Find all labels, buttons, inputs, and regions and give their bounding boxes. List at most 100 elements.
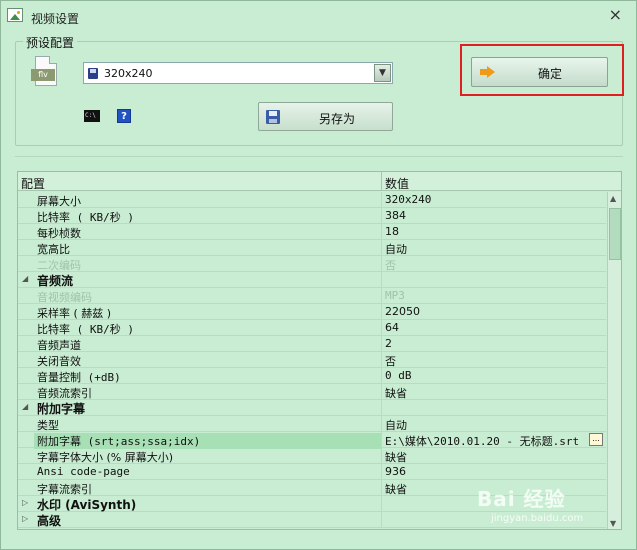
property-name: 宽高比 [37, 243, 70, 256]
expand-toggle-icon[interactable]: ▷ [22, 514, 28, 523]
property-value: MP3 [385, 289, 405, 302]
property-name: 类型 [37, 419, 59, 432]
expand-toggle-icon[interactable]: ◢ [22, 402, 28, 411]
column-separator [381, 496, 382, 512]
category-row[interactable]: ◢ 音频流 [18, 272, 606, 288]
column-separator [381, 304, 382, 320]
column-separator [381, 224, 382, 240]
browse-button[interactable]: ... [589, 433, 603, 446]
property-value[interactable]: 22050 [385, 305, 420, 318]
column-separator [381, 448, 382, 464]
column-separator [381, 192, 382, 208]
property-name: 音视频编码 [37, 291, 92, 304]
property-name: 附加字幕 [37, 402, 86, 416]
column-separator [381, 336, 382, 352]
property-name: 比特率 ( KB/秒 ) [37, 211, 134, 224]
column-separator [381, 432, 382, 448]
save-as-button[interactable]: 另存为 [258, 102, 393, 131]
property-value: 否 [385, 259, 396, 272]
preset-selected-value: 320x240 [104, 67, 153, 80]
category-row[interactable]: ◢ 附加字幕 [18, 400, 606, 416]
property-name: 音量控制 (+dB) [37, 371, 121, 384]
window-title: 视频设置 [31, 12, 80, 26]
property-value[interactable]: 384 [385, 209, 406, 222]
property-name: 每秒桢数 [37, 227, 81, 240]
picture-icon [7, 8, 23, 22]
property-row[interactable]: 比特率 ( KB/秒 ) 64 [18, 320, 606, 336]
property-row[interactable]: 音视频编码 MP3 [18, 288, 606, 304]
column-separator [381, 384, 382, 400]
property-value[interactable]: 缺省 [385, 449, 407, 465]
column-separator [381, 320, 382, 336]
preset-dropdown[interactable]: 320x240 ▼ [83, 62, 393, 84]
confirm-label: 确定 [538, 67, 563, 81]
property-name: 音频流索引 [37, 387, 92, 400]
chevron-down-icon[interactable]: ▼ [374, 64, 391, 82]
expand-toggle-icon[interactable]: ◢ [22, 274, 28, 283]
property-row[interactable]: 比特率 ( KB/秒 ) 384 [18, 208, 606, 224]
property-name: 字幕字体大小 (% 屏幕大小) [37, 451, 174, 464]
column-separator [381, 512, 382, 528]
property-row[interactable]: 二次编码 否 [18, 256, 606, 272]
property-value[interactable]: 0 dB [385, 369, 412, 382]
header-value: 数值 [385, 177, 410, 191]
watermark-brand: Bai 经验 [477, 487, 566, 511]
property-value[interactable]: 18 [385, 225, 399, 238]
column-separator [381, 272, 382, 288]
scroll-up-icon[interactable]: ▲ [610, 194, 616, 203]
property-row[interactable]: 音量控制 (+dB) 0 dB [18, 368, 606, 384]
column-separator [381, 240, 382, 256]
property-value[interactable]: 自动 [385, 241, 407, 257]
section-divider [15, 156, 623, 157]
vertical-scrollbar[interactable]: ▲ ▼ [607, 192, 621, 529]
file-tag: flv [31, 69, 55, 81]
header-name: 配置 [21, 177, 46, 191]
property-row[interactable]: 音频声道 2 [18, 336, 606, 352]
property-value[interactable]: 2 [385, 337, 392, 350]
confirm-button[interactable]: 确定 [471, 57, 608, 87]
column-separator [381, 400, 382, 416]
property-value[interactable]: 缺省 [385, 481, 407, 497]
close-icon[interactable]: × [609, 7, 622, 23]
property-value[interactable]: 64 [385, 321, 399, 334]
property-name: 屏幕大小 [37, 195, 81, 208]
flv-file-icon: flv [31, 56, 59, 90]
column-separator [381, 464, 382, 480]
baidu-watermark: Bai 经验 jingyan.baidu.com [471, 481, 621, 541]
property-row[interactable]: 类型 自动 [18, 416, 606, 432]
property-row[interactable]: 附加字幕 (srt;ass;ssa;idx) E:\媒体\2010.01.20 -… [18, 432, 606, 449]
property-value[interactable]: 缺省 [385, 385, 407, 401]
property-name: 字幕流索引 [37, 483, 92, 496]
property-name: 二次编码 [37, 259, 81, 272]
property-name: 关闭音效 [37, 355, 81, 368]
grid-header: 配置 数值 [18, 172, 621, 191]
column-separator [381, 368, 382, 384]
property-name: 音频声道 [37, 339, 81, 352]
header-separator [381, 172, 382, 191]
property-row[interactable]: 关闭音效 否 [18, 352, 606, 368]
command-line-icon[interactable]: C:\ [84, 110, 100, 122]
property-row[interactable]: 屏幕大小 320x240 [18, 192, 606, 208]
property-row[interactable]: 宽高比 自动 [18, 240, 606, 256]
column-separator [381, 288, 382, 304]
video-settings-window: 视频设置 × 预设配置 flv 320x240 ▼ C:\ ? 另存为 确定 配… [0, 0, 637, 550]
property-row[interactable]: 采样率 ( 赫兹 ) 22050 [18, 304, 606, 320]
property-value[interactable]: E:\媒体\2010.01.20 - 无标题.srt [385, 433, 579, 449]
property-name: 高级 [37, 514, 62, 528]
expand-toggle-icon[interactable]: ▷ [22, 498, 28, 507]
scroll-thumb[interactable] [609, 208, 621, 260]
property-name: 采样率 ( 赫兹 ) [37, 307, 112, 320]
property-grid: 配置 数值 屏幕大小 320x240 比特率 ( KB/秒 ) 384 每秒桢数 18 宽高… [17, 171, 622, 530]
property-value[interactable]: 320x240 [385, 193, 431, 206]
property-name: 附加字幕 (srt;ass;ssa;idx) [34, 433, 381, 449]
watermark-url: jingyan.baidu.com [491, 513, 584, 524]
property-row[interactable]: Ansi code-page 936 [18, 464, 606, 480]
property-name: 水印 (AviSynth) [37, 498, 137, 512]
help-icon[interactable]: ? [117, 109, 131, 123]
property-value[interactable]: 自动 [385, 417, 407, 433]
property-row[interactable]: 音频流索引 缺省 [18, 384, 606, 400]
property-row[interactable]: 每秒桢数 18 [18, 224, 606, 240]
property-value[interactable]: 936 [385, 465, 406, 478]
property-value[interactable]: 否 [385, 353, 396, 369]
property-row[interactable]: 字幕字体大小 (% 屏幕大小) 缺省 [18, 448, 606, 464]
